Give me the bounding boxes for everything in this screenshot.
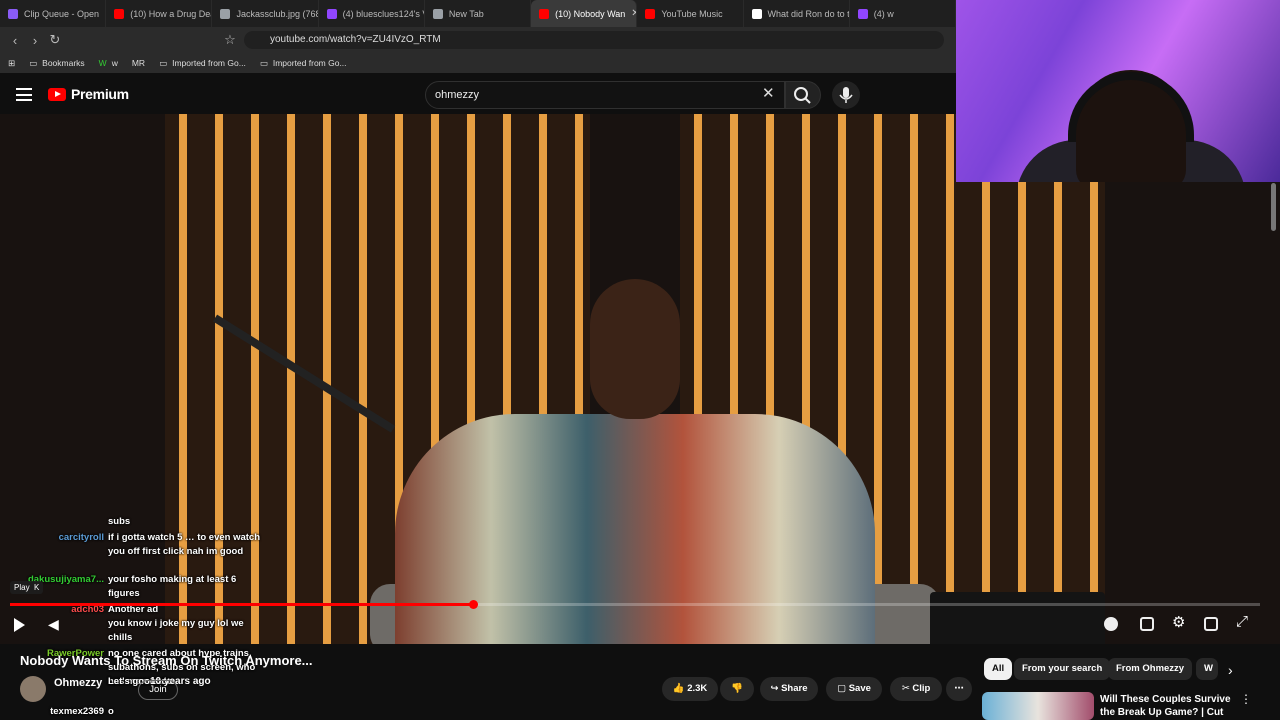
chevron-right-icon[interactable]: › <box>1228 662 1233 678</box>
tab-label: What did Ron do to th <box>767 8 850 19</box>
chip-from-your-search[interactable]: From your search <box>1014 658 1111 680</box>
play-tooltip: Play K <box>10 581 44 594</box>
search-icon <box>794 87 811 104</box>
video-player[interactable] <box>0 114 1280 644</box>
tab-favicon-icon <box>326 8 337 19</box>
tab-favicon-icon <box>751 8 762 19</box>
youtube-logo[interactable]: Premium <box>48 86 129 102</box>
dislike-button[interactable]: 👎 <box>720 677 754 701</box>
reload-icon[interactable]: ↻ <box>45 32 65 48</box>
tab-favicon-icon <box>857 8 868 19</box>
browser-tab[interactable]: (10) How a Drug Deal <box>106 0 213 27</box>
tab-label: (10) How a Drug Deal <box>130 8 213 19</box>
tab-favicon-icon <box>539 8 550 19</box>
bookmarks-bar: ⊞ ▭ Bookmarks W w MR ▭ Imported from Go.… <box>0 53 956 73</box>
microphone-icon <box>839 87 853 103</box>
browser-tab[interactable]: New Tab <box>425 0 532 27</box>
save-button[interactable]: ▢ Save <box>826 677 882 701</box>
apps-grid-icon[interactable]: ⊞ <box>8 58 15 69</box>
forward-icon[interactable]: › <box>25 33 45 48</box>
hamburger-menu-icon[interactable] <box>16 88 32 101</box>
clear-search-icon[interactable]: ✕ <box>762 84 775 102</box>
join-button[interactable]: Join <box>138 680 178 700</box>
bookmark-item[interactable]: ▭ Bookmarks <box>29 58 85 69</box>
webcam-overlay <box>956 0 1280 182</box>
tab-favicon-icon <box>8 8 18 19</box>
tab-label: YouTube Music <box>661 8 723 19</box>
video-title: Nobody Wants To Stream On Twitch Anymore… <box>20 653 313 668</box>
share-button[interactable]: ↪ Share <box>760 677 818 701</box>
search-input[interactable]: ohmezzy <box>425 81 785 109</box>
scrollbar[interactable] <box>1271 183 1276 231</box>
chat-text: subs <box>108 516 131 527</box>
chat-text: you know i joke my guy lol we chills <box>108 618 244 643</box>
volume-icon[interactable]: ◀ <box>48 616 59 633</box>
chat-username[interactable]: texmex2369 <box>50 705 104 719</box>
headphones <box>1068 72 1194 142</box>
channel-name[interactable]: Ohmezzy <box>54 677 102 689</box>
settings-gear-icon[interactable]: ⚙ <box>1172 613 1185 631</box>
youtube-header: Premium ohmezzy ✕ <box>0 76 956 114</box>
tab-favicon-icon <box>220 8 231 19</box>
tab-label: (4) bluesclues124's Vic <box>342 8 424 19</box>
tab-favicon-icon <box>645 8 656 19</box>
more-actions-icon[interactable]: ⋯ <box>946 677 972 701</box>
audio-mixer <box>930 592 1105 644</box>
bookmark-folder[interactable]: ▭ Imported from Go... <box>159 58 246 69</box>
like-button[interactable]: 👍 2.3K <box>662 677 718 701</box>
tab-label: Jackassclub.jpg (768× <box>236 8 319 19</box>
tab-label: (10) Nobody Wan <box>555 8 626 19</box>
url-field[interactable]: youtube.com/watch?v=ZU4IVzO_RTM <box>244 31 944 49</box>
autoplay-toggle[interactable] <box>1104 617 1118 631</box>
browser-tab[interactable]: (10) Nobody Wan✕ <box>531 0 638 27</box>
chip-all[interactable]: All <box>984 658 1013 680</box>
presenter-head <box>590 279 680 419</box>
chat-text: o <box>108 706 114 717</box>
captions-icon[interactable] <box>1140 617 1154 631</box>
tab-favicon-icon <box>114 8 125 19</box>
recommendation-thumbnail[interactable] <box>982 692 1094 720</box>
progress-scrubber[interactable] <box>468 600 478 609</box>
browser-tab[interactable]: Clip Queue - Open <box>0 0 107 27</box>
recommendation-title[interactable]: Will These Couples Survive the Break Up … <box>1100 693 1240 719</box>
chat-username[interactable]: carcityroll <box>59 531 104 545</box>
chip-next[interactable]: W <box>1196 658 1218 680</box>
bookmark-item[interactable]: MR <box>132 58 145 68</box>
clip-button[interactable]: ✂ Clip <box>890 677 942 701</box>
tab-label: New Tab <box>448 8 484 19</box>
miniplayer-icon[interactable] <box>1204 617 1218 631</box>
youtube-play-logo-icon <box>48 87 66 101</box>
back-icon[interactable]: ‹ <box>5 33 25 48</box>
browser-tab[interactable]: (4) bluesclues124's Vic <box>319 0 425 27</box>
bookmark-folder[interactable]: ▭ Imported from Go... <box>260 58 347 69</box>
presenter-sweater <box>395 414 875 644</box>
browser-tab[interactable]: YouTube Music <box>637 0 744 27</box>
play-icon[interactable] <box>14 618 25 632</box>
bookmark-star-icon[interactable]: ☆ <box>220 32 240 48</box>
more-options-icon[interactable]: ⋮ <box>1240 692 1252 706</box>
chat-text: if i gotta watch 5 … to even watch you o… <box>108 532 261 557</box>
browser-tab[interactable]: (4) w <box>850 0 956 27</box>
tab-favicon-icon <box>432 8 443 19</box>
search-button[interactable] <box>785 81 821 109</box>
channel-avatar[interactable] <box>20 676 46 702</box>
tab-label: Clip Queue - Open <box>24 8 100 19</box>
fullscreen-icon[interactable]: ⤢ <box>1236 613 1248 630</box>
chip-from-channel[interactable]: From Ohmezzy <box>1108 658 1193 680</box>
browser-tab[interactable]: Jackassclub.jpg (768× <box>212 0 319 27</box>
progress-bar-played <box>10 603 473 606</box>
browser-tab[interactable]: What did Ron do to th <box>744 0 850 27</box>
browser-tab-bar: Clip Queue - Open (10) How a Drug Deal Jac… <box>0 0 956 27</box>
tab-label: (4) w <box>873 8 894 19</box>
bookmark-item[interactable]: W w <box>99 58 118 68</box>
voice-search-button[interactable] <box>832 81 860 109</box>
address-bar-row: ‹ › ↻ ☆ youtube.com/watch?v=ZU4IVzO_RTM <box>0 27 956 53</box>
chat-text: your fosho making at least 6 figures <box>108 574 237 599</box>
